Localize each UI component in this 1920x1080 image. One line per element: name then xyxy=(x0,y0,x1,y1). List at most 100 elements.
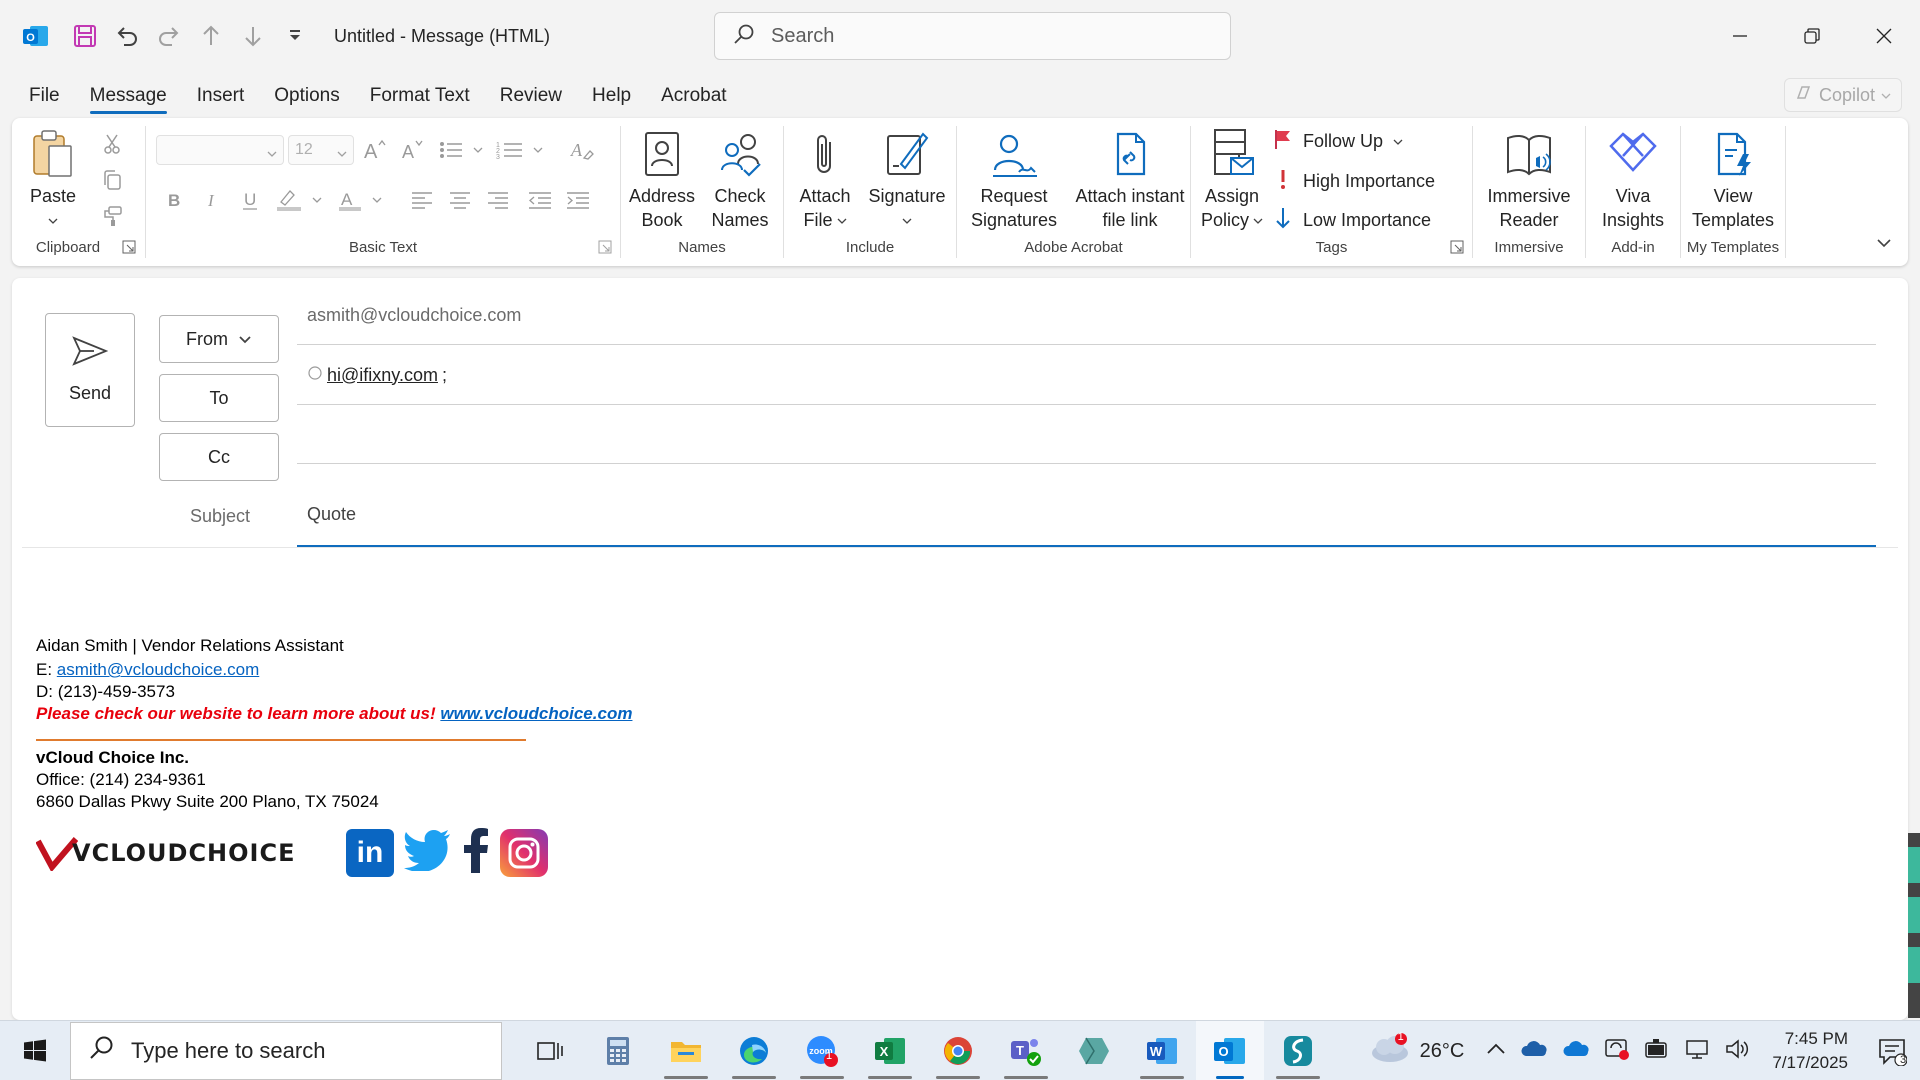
minimize-icon[interactable] xyxy=(1704,0,1776,72)
view-templates-button[interactable]: View Templates xyxy=(1687,126,1779,232)
clock[interactable]: 7:45 PM 7/17/2025 xyxy=(1772,1027,1848,1075)
teams-icon[interactable]: T xyxy=(992,1021,1060,1080)
attach-file-label-2: File xyxy=(803,210,833,230)
surfshark-icon[interactable] xyxy=(1264,1021,1332,1080)
clear-formatting-icon[interactable]: A xyxy=(566,134,598,166)
follow-up-button[interactable]: Follow Up xyxy=(1273,128,1403,155)
weather-widget[interactable]: 1 26°C xyxy=(1368,1031,1464,1069)
tab-help[interactable]: Help xyxy=(577,78,646,114)
undo-icon[interactable] xyxy=(106,15,148,57)
tab-file[interactable]: File xyxy=(14,78,75,114)
group-label-addin: Add-in xyxy=(1611,239,1655,256)
onedrive-personal-icon[interactable] xyxy=(1562,1040,1590,1063)
network-icon[interactable] xyxy=(1684,1038,1710,1065)
tab-message[interactable]: Message xyxy=(75,78,182,114)
ribbon-expand-icon[interactable] xyxy=(1876,236,1892,254)
italic-icon[interactable]: I xyxy=(196,184,228,216)
volume-icon[interactable] xyxy=(1724,1038,1750,1065)
clipboard-launcher-icon[interactable] xyxy=(122,240,136,254)
cc-field[interactable] xyxy=(297,405,1876,464)
to-field[interactable]: hi@ifixny.com ; xyxy=(297,346,1876,405)
calculator-icon[interactable] xyxy=(584,1021,652,1080)
chrome-icon[interactable] xyxy=(924,1021,992,1080)
search-box[interactable]: Search xyxy=(714,12,1231,60)
viva-insights-button[interactable]: Viva Insights xyxy=(1592,126,1674,232)
edge-icon[interactable] xyxy=(720,1021,788,1080)
instagram-icon[interactable] xyxy=(500,829,548,877)
customize-qat-icon[interactable] xyxy=(274,15,316,57)
request-signatures-button[interactable]: Request Signatures xyxy=(959,126,1069,232)
decrease-indent-icon[interactable] xyxy=(524,184,556,216)
signature-label: Signature xyxy=(868,186,946,206)
align-left-icon[interactable] xyxy=(406,184,438,216)
send-button[interactable]: Send xyxy=(45,313,135,427)
address-book-button[interactable]: Address Book xyxy=(623,126,701,232)
tab-review[interactable]: Review xyxy=(485,78,577,114)
security-icon[interactable] xyxy=(1604,1037,1630,1066)
format-painter-icon[interactable] xyxy=(96,200,128,232)
immersive-reader-button[interactable]: Immersive Reader xyxy=(1479,126,1579,232)
align-right-icon[interactable] xyxy=(482,184,514,216)
from-field[interactable]: asmith@vcloudchoice.com xyxy=(297,286,1876,345)
tab-acrobat[interactable]: Acrobat xyxy=(646,78,741,114)
highlight-icon[interactable] xyxy=(274,184,328,216)
zoom-icon[interactable]: zoom 1 xyxy=(788,1021,856,1080)
numbering-icon[interactable]: 123 xyxy=(494,134,550,166)
font-name-dropdown[interactable] xyxy=(156,135,284,165)
word-icon[interactable]: W xyxy=(1128,1021,1196,1080)
align-center-icon[interactable] xyxy=(444,184,476,216)
low-importance-button[interactable]: Low Importance xyxy=(1273,206,1431,235)
bold-icon[interactable]: B xyxy=(158,184,190,216)
increase-indent-icon[interactable] xyxy=(562,184,594,216)
shrink-font-icon[interactable]: A xyxy=(396,134,428,166)
outlook-taskbar-icon[interactable]: O xyxy=(1196,1020,1264,1080)
send-label: Send xyxy=(68,383,112,403)
underline-icon[interactable]: U xyxy=(234,184,266,216)
paste-button[interactable]: Paste xyxy=(22,126,84,232)
bullets-icon[interactable] xyxy=(436,134,488,166)
signature-website-link[interactable]: www.vcloudchoice.com xyxy=(440,704,632,723)
copilot-button[interactable]: Copilot xyxy=(1784,78,1902,112)
tab-insert[interactable]: Insert xyxy=(182,78,260,114)
font-size-dropdown[interactable]: 12 xyxy=(288,135,354,165)
cut-icon[interactable] xyxy=(96,128,128,160)
arrow-down-icon[interactable] xyxy=(232,15,274,57)
windows-start-icon[interactable] xyxy=(0,1021,70,1080)
to-button[interactable]: To xyxy=(159,374,279,422)
subject-field[interactable]: Quote xyxy=(297,483,1876,547)
file-explorer-icon[interactable] xyxy=(652,1021,720,1080)
grow-font-icon[interactable]: A xyxy=(358,134,390,166)
redo-icon[interactable] xyxy=(148,15,190,57)
tab-format-text[interactable]: Format Text xyxy=(355,78,485,114)
excel-icon[interactable]: X xyxy=(856,1021,924,1080)
onedrive-icon[interactable] xyxy=(1520,1040,1548,1063)
copy-icon[interactable] xyxy=(96,164,128,196)
battery-icon[interactable] xyxy=(1644,1038,1670,1065)
save-icon[interactable] xyxy=(64,15,106,57)
check-names-button[interactable]: Check Names xyxy=(701,126,779,232)
facebook-icon[interactable] xyxy=(462,827,490,879)
basic-text-launcher-icon[interactable] xyxy=(598,240,612,254)
linkedin-icon[interactable]: in xyxy=(346,829,394,877)
tab-options[interactable]: Options xyxy=(259,78,354,114)
signature-button[interactable]: Signature xyxy=(862,126,952,232)
app-hexagon-icon[interactable] xyxy=(1060,1021,1128,1080)
signature-email-link[interactable]: asmith@vcloudchoice.com xyxy=(57,660,259,679)
to-recipient[interactable]: hi@ifixny.com xyxy=(327,365,438,386)
cc-button[interactable]: Cc xyxy=(159,433,279,481)
twitter-icon[interactable] xyxy=(404,829,452,877)
high-importance-button[interactable]: High Importance xyxy=(1273,168,1435,195)
tags-launcher-icon[interactable] xyxy=(1450,240,1464,254)
assign-policy-button[interactable]: Assign Policy xyxy=(1195,126,1269,232)
attach-file-button[interactable]: Attach File xyxy=(790,126,860,232)
chevron-up-icon[interactable] xyxy=(1486,1042,1506,1061)
restore-icon[interactable] xyxy=(1776,0,1848,72)
notification-center-icon[interactable]: 3 xyxy=(1870,1029,1914,1073)
font-color-icon[interactable]: A xyxy=(336,184,390,216)
from-button[interactable]: From xyxy=(159,315,279,363)
close-icon[interactable] xyxy=(1848,0,1920,72)
taskbar-search[interactable]: Type here to search xyxy=(70,1021,502,1080)
attach-instant-link-button[interactable]: Attach instant file link xyxy=(1071,126,1189,232)
task-view-icon[interactable] xyxy=(516,1021,584,1080)
arrow-up-icon[interactable] xyxy=(190,15,232,57)
